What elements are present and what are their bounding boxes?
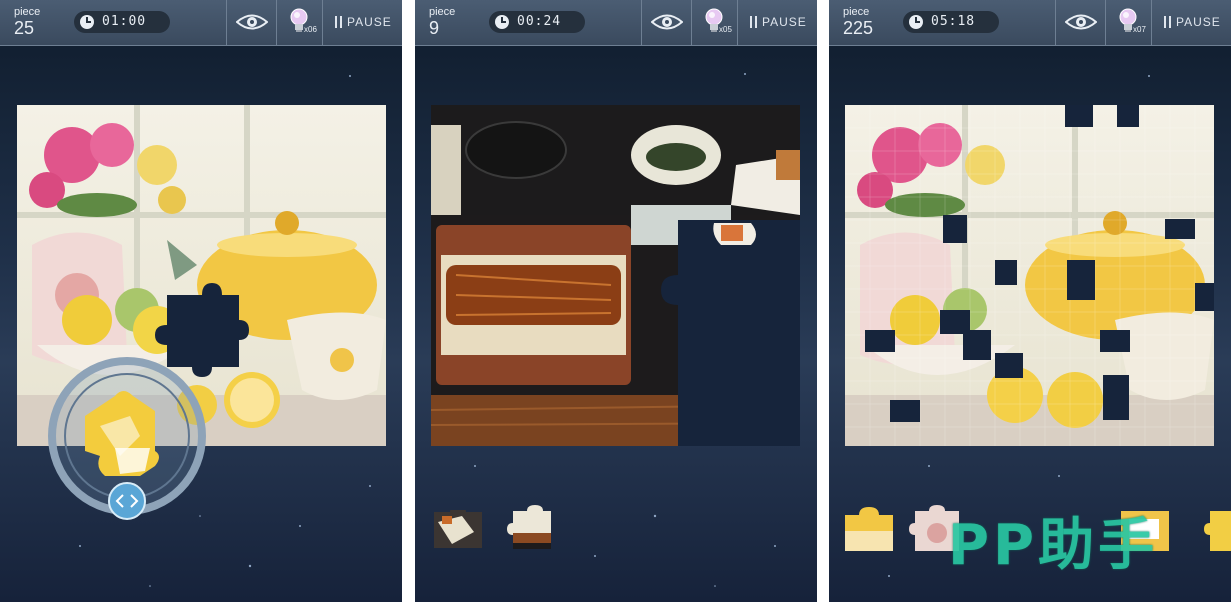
timer: 05:18 bbox=[903, 11, 999, 33]
clock-icon bbox=[909, 15, 923, 29]
timer: 01:00 bbox=[74, 11, 170, 33]
preview-button[interactable] bbox=[641, 0, 691, 46]
game-screen-unagi: piece 9 00:24 x05 PAUSE bbox=[415, 0, 817, 602]
puzzle-board[interactable] bbox=[845, 105, 1214, 446]
piece-count: 225 bbox=[843, 18, 874, 38]
piece-counter: piece 9 bbox=[429, 6, 455, 38]
hint-count: x06 bbox=[304, 25, 317, 34]
hint-button[interactable]: x05 bbox=[691, 0, 737, 46]
piece-count: 25 bbox=[14, 18, 35, 38]
pause-icon bbox=[750, 16, 758, 28]
preview-button[interactable] bbox=[1055, 0, 1105, 46]
pause-button[interactable]: PAUSE bbox=[1151, 0, 1231, 46]
puzzle-image-unagi bbox=[431, 105, 800, 446]
puzzle-board[interactable] bbox=[431, 105, 800, 446]
loose-piece[interactable] bbox=[1204, 505, 1231, 553]
piece-count: 9 bbox=[429, 18, 440, 38]
game-screen-tea: piece 25 01:00 x06 PAUSE bbox=[0, 0, 402, 602]
rotate-piece-control[interactable] bbox=[45, 356, 210, 526]
hint-button[interactable]: x07 bbox=[1105, 0, 1151, 46]
top-toolbar: piece 225 05:18 x07 PAUSE bbox=[829, 0, 1231, 46]
clock-icon bbox=[80, 15, 94, 29]
piece-counter: piece 25 bbox=[14, 6, 40, 38]
pause-label: PAUSE bbox=[347, 15, 392, 29]
puzzle-image-tea bbox=[845, 105, 1214, 446]
pause-button[interactable]: PAUSE bbox=[322, 0, 402, 46]
eye-icon bbox=[1065, 14, 1097, 30]
timer-value: 05:18 bbox=[931, 14, 976, 29]
timer: 00:24 bbox=[489, 11, 585, 33]
hint-button[interactable]: x06 bbox=[276, 0, 322, 46]
piece-label: piece bbox=[843, 6, 870, 18]
preview-button[interactable] bbox=[226, 0, 276, 46]
hint-count: x05 bbox=[719, 25, 732, 34]
loose-piece[interactable] bbox=[507, 505, 555, 553]
pause-label: PAUSE bbox=[1176, 15, 1221, 29]
piece-label: piece bbox=[429, 6, 456, 18]
timer-value: 00:24 bbox=[517, 14, 562, 29]
pause-label: PAUSE bbox=[762, 15, 807, 29]
piece-label: piece bbox=[14, 6, 41, 18]
top-toolbar: piece 25 01:00 x06 PAUSE bbox=[0, 0, 402, 46]
watermark-logo: PP助手 bbox=[948, 513, 1159, 578]
top-toolbar: piece 9 00:24 x05 PAUSE bbox=[415, 0, 817, 46]
pause-icon bbox=[1164, 16, 1172, 28]
pause-button[interactable]: PAUSE bbox=[737, 0, 817, 46]
eye-icon bbox=[651, 14, 683, 30]
pause-icon bbox=[335, 16, 343, 28]
timer-value: 01:00 bbox=[102, 14, 147, 29]
loose-piece[interactable] bbox=[843, 505, 895, 553]
piece-counter: piece 225 bbox=[843, 6, 873, 38]
hint-count: x07 bbox=[1133, 25, 1146, 34]
loose-piece[interactable] bbox=[432, 510, 484, 550]
eye-icon bbox=[236, 14, 268, 30]
clock-icon bbox=[495, 15, 509, 29]
